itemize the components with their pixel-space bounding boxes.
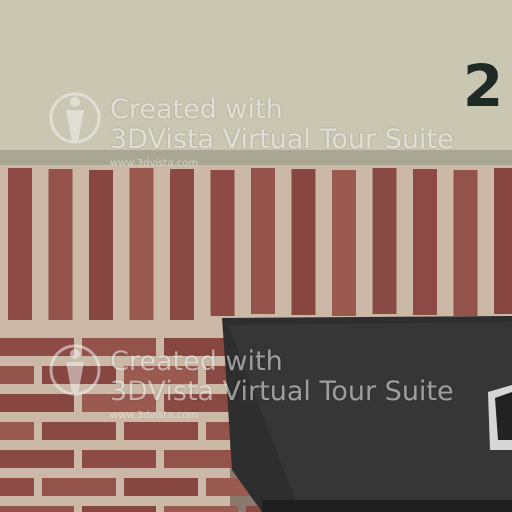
horizontal-brick bbox=[0, 422, 34, 440]
soldier-brick bbox=[291, 169, 316, 315]
soldier-brick bbox=[494, 168, 512, 314]
horizontal-brick bbox=[42, 422, 116, 440]
soldier-brick bbox=[48, 169, 73, 321]
soldier-brick bbox=[251, 168, 275, 314]
3dvista-logo-icon bbox=[49, 344, 101, 396]
3dvista-logo-icon bbox=[49, 92, 101, 144]
soldier-brick bbox=[210, 170, 235, 316]
horizontal-brick bbox=[0, 478, 34, 496]
watermark-url: www.3dvista.com bbox=[110, 158, 198, 169]
horizontal-brick bbox=[82, 450, 156, 468]
soldier-brick bbox=[332, 170, 356, 316]
horizontal-brick bbox=[0, 450, 74, 468]
horizontal-brick bbox=[0, 506, 74, 512]
horizontal-brick bbox=[164, 450, 238, 468]
facade-drawing bbox=[0, 0, 512, 512]
horizontal-brick bbox=[0, 366, 34, 384]
watermark-top: Created with 3DVista Virtual Tour Suite … bbox=[48, 88, 508, 169]
soldier-brick bbox=[372, 168, 397, 314]
watermark-line1: Created with bbox=[110, 94, 283, 125]
horizontal-brick bbox=[164, 506, 238, 512]
watermark-line2: 3DVista Virtual Tour Suite bbox=[110, 124, 454, 155]
horizontal-brick bbox=[42, 478, 116, 496]
soldier-brick bbox=[89, 170, 113, 322]
horizontal-brick bbox=[124, 478, 198, 496]
watermark-line1: Created with bbox=[110, 346, 283, 377]
horizontal-brick bbox=[82, 506, 156, 512]
watermark-line2: 3DVista Virtual Tour Suite bbox=[110, 376, 454, 407]
overhang-bottom bbox=[262, 500, 512, 512]
horizontal-brick bbox=[124, 422, 198, 440]
soldier-brick bbox=[8, 168, 32, 320]
photo-scene: 2 Created with 3DVista Virtual Tour Suit… bbox=[0, 0, 512, 512]
soldier-brick bbox=[413, 169, 437, 315]
watermark-bottom: Created with 3DVista Virtual Tour Suite … bbox=[48, 340, 508, 421]
soldier-brick bbox=[170, 169, 194, 321]
watermark-url: www.3dvista.com bbox=[110, 410, 198, 421]
soldier-brick bbox=[453, 170, 478, 316]
soldier-brick bbox=[129, 168, 154, 320]
